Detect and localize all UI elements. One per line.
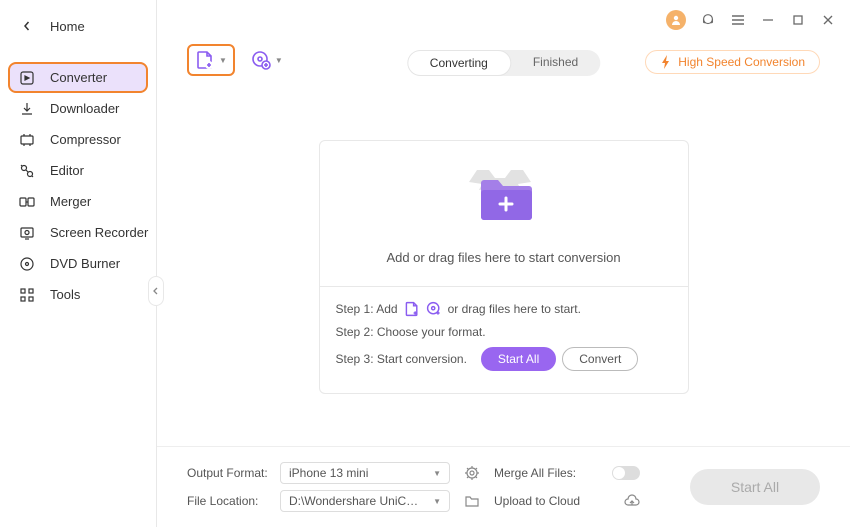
- tab-converting[interactable]: Converting: [407, 50, 511, 76]
- cloud-upload-icon[interactable]: [612, 494, 652, 508]
- compressor-icon: [18, 131, 36, 149]
- tab-finished[interactable]: Finished: [511, 50, 600, 76]
- step1-text-a: Step 1: Add: [336, 302, 398, 316]
- merge-toggle[interactable]: [612, 466, 640, 480]
- step-1-row: Step 1: Add or drag files here to start.: [336, 301, 672, 317]
- add-dvd-button[interactable]: ▼: [245, 46, 289, 74]
- settings-gear-icon[interactable]: [458, 465, 486, 481]
- output-format-label: Output Format:: [187, 466, 272, 480]
- output-format-select[interactable]: iPhone 13 mini ▼: [280, 462, 450, 484]
- convert-example-button: Convert: [562, 347, 638, 371]
- sidebar-item-label: Compressor: [50, 132, 121, 147]
- output-format-value: iPhone 13 mini: [289, 466, 368, 480]
- file-location-value: D:\Wondershare UniConverter 1: [289, 494, 419, 508]
- tools-icon: [18, 286, 36, 304]
- merge-label: Merge All Files:: [494, 466, 604, 480]
- start-all-button[interactable]: Start All: [690, 469, 820, 505]
- lightning-icon: [660, 55, 672, 69]
- start-all-example-button: Start All: [481, 347, 556, 371]
- sidebar-item-downloader[interactable]: Downloader: [0, 93, 156, 124]
- step-3-row: Step 3: Start conversion. Start All Conv…: [336, 347, 672, 371]
- dvd-burner-icon: [18, 255, 36, 273]
- sidebar-item-label: DVD Burner: [50, 256, 120, 271]
- chevron-down-icon: ▼: [433, 497, 441, 506]
- sidebar-item-tools[interactable]: Tools: [0, 279, 156, 310]
- step-2-row: Step 2: Choose your format.: [336, 325, 672, 339]
- downloader-icon: [18, 100, 36, 118]
- sidebar-item-label: Screen Recorder: [50, 225, 148, 240]
- open-folder-icon[interactable]: [458, 493, 486, 509]
- step1-text-b: or drag files here to start.: [448, 302, 581, 316]
- back-icon: [18, 17, 36, 35]
- sidebar-item-label: Downloader: [50, 101, 119, 116]
- sidebar-item-label: Merger: [50, 194, 91, 209]
- sidebar-item-dvd-burner[interactable]: DVD Burner: [0, 248, 156, 279]
- editor-icon: [18, 162, 36, 180]
- high-speed-conversion-button[interactable]: High Speed Conversion: [645, 50, 820, 74]
- file-location-label: File Location:: [187, 494, 272, 508]
- step2-text: Step 2: Choose your format.: [336, 325, 486, 339]
- sidebar: Home Converter Downloader Compressor Edi…: [0, 0, 157, 527]
- drop-main-text: Add or drag files here to start conversi…: [386, 250, 620, 265]
- sidebar-item-label: Converter: [50, 70, 107, 85]
- sidebar-item-screen-recorder[interactable]: Screen Recorder: [0, 217, 156, 248]
- merger-icon: [18, 193, 36, 211]
- chevron-down-icon: ▼: [275, 56, 283, 65]
- add-file-button[interactable]: ▼: [187, 44, 235, 76]
- sidebar-item-editor[interactable]: Editor: [0, 155, 156, 186]
- home-label: Home: [50, 19, 85, 34]
- converter-icon: [18, 69, 36, 87]
- add-file-icon: [404, 301, 420, 317]
- step3-text: Step 3: Start conversion.: [336, 352, 467, 366]
- sidebar-item-merger[interactable]: Merger: [0, 186, 156, 217]
- chevron-down-icon: ▼: [219, 56, 227, 65]
- tabs-group: Converting Finished: [407, 50, 600, 76]
- drop-zone[interactable]: Add or drag files here to start conversi…: [319, 140, 689, 394]
- add-file-icon: [195, 50, 215, 70]
- add-dvd-icon: [251, 50, 271, 70]
- sidebar-item-converter[interactable]: Converter: [8, 62, 148, 93]
- file-location-select[interactable]: D:\Wondershare UniConverter 1 ▼: [280, 490, 450, 512]
- folder-plus-icon: [449, 162, 559, 232]
- sidebar-item-label: Tools: [50, 287, 80, 302]
- add-dvd-icon: [426, 301, 442, 317]
- upload-label: Upload to Cloud: [494, 494, 604, 508]
- chevron-down-icon: ▼: [433, 469, 441, 478]
- high-speed-label: High Speed Conversion: [678, 55, 805, 69]
- sidebar-item-compressor[interactable]: Compressor: [0, 124, 156, 155]
- home-button[interactable]: Home: [0, 8, 156, 44]
- screen-recorder-icon: [18, 224, 36, 242]
- footer-bar: Output Format: iPhone 13 mini ▼ Merge Al…: [157, 446, 850, 527]
- sidebar-item-label: Editor: [50, 163, 84, 178]
